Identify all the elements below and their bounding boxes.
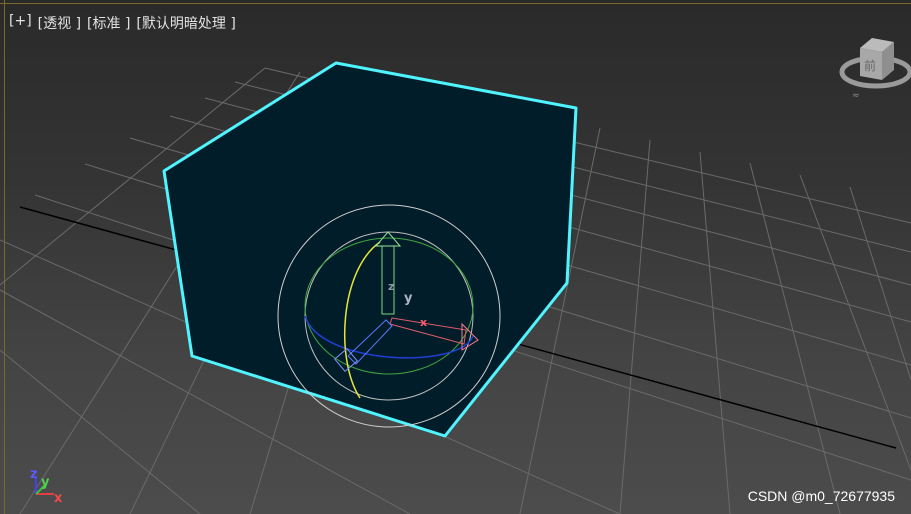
perspective-viewport[interactable]: x y z 前 ≈ z y x [+] [透视 ] [标准 ] [默认明暗处理 … [0, 0, 911, 514]
world-axis-x-label: x [54, 491, 63, 506]
viewport-plus-menu[interactable]: [+] [9, 13, 32, 33]
gizmo-label-y: y [404, 291, 413, 306]
gizmo-label-z: z [388, 280, 394, 293]
scene-canvas[interactable]: x y z 前 ≈ z y x [0, 0, 911, 514]
viewport-view-menu[interactable]: [透视 ] [38, 13, 81, 33]
world-axis-y-label: y [41, 475, 50, 490]
viewport-label-menu: [+] [透视 ] [标准 ] [默认明暗处理 ] [9, 13, 236, 33]
viewcube-face-label: 前 [864, 58, 876, 73]
selected-box[interactable] [162, 61, 578, 438]
watermark: CSDN @m0_72677935 [747, 488, 895, 504]
viewcube-compass-mark: ≈ [852, 91, 860, 101]
world-axis-z-label: z [30, 467, 38, 482]
viewcube[interactable]: 前 ≈ [839, 38, 911, 101]
viewport-shading-menu[interactable]: [标准 ] [87, 13, 130, 33]
box-front-face[interactable] [164, 63, 576, 436]
gizmo-label-x: x [420, 316, 427, 329]
viewport-lighting-menu[interactable]: [默认明暗处理 ] [136, 13, 235, 33]
